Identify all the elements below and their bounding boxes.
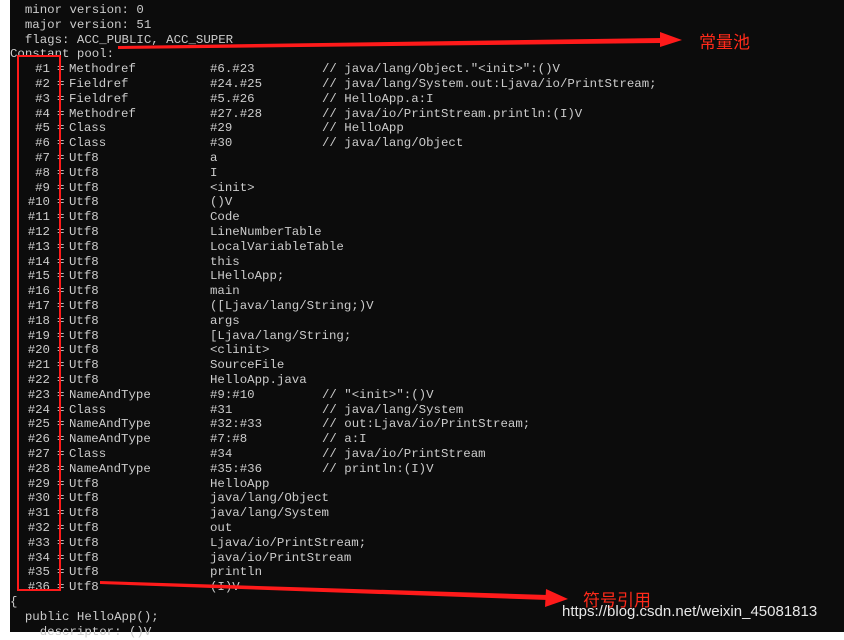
arrow-constant-pool [118,32,682,49]
constant-index-highlight-box [17,55,61,591]
watermark: https://blog.csdn.net/weixin_45081813 [562,603,818,620]
annotation-overlay [100,32,682,607]
arrow-symbolic-ref [100,581,568,607]
constant-pool-annotation: 常量池 [699,33,750,53]
